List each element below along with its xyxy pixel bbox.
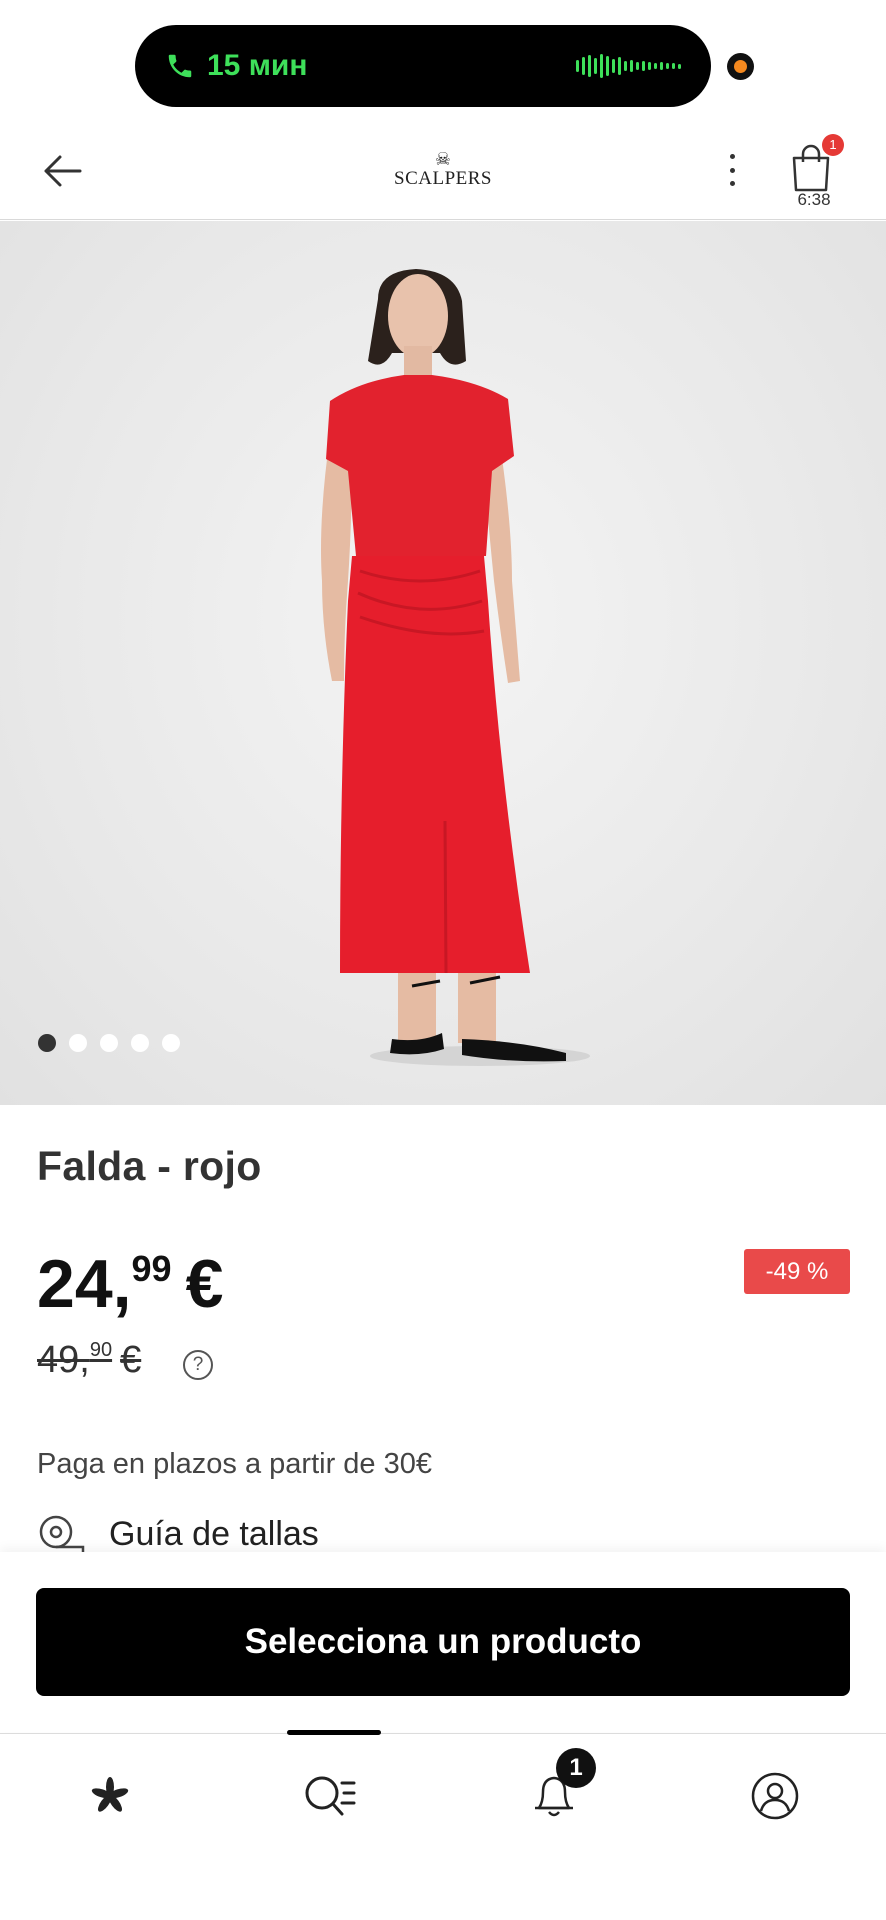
price-integer: 24, — [37, 1246, 132, 1322]
carousel-indicator[interactable] — [38, 1034, 180, 1052]
cart-timer: 6:38 — [797, 190, 831, 209]
carousel-dot[interactable] — [69, 1034, 87, 1052]
cart-count-badge: 1 — [822, 134, 844, 156]
price-cents: 99 — [131, 1248, 172, 1289]
call-duration: 15 мин — [207, 49, 308, 82]
more-options-icon[interactable] — [722, 150, 742, 190]
old-price-cents: 90 — [89, 1339, 113, 1361]
cart-button[interactable]: 1 6:38 — [788, 134, 844, 212]
price-currency: € — [185, 1246, 224, 1322]
back-arrow-icon[interactable] — [40, 148, 86, 194]
installments-info: Paga en plazos a partir de 30€ — [37, 1448, 432, 1480]
top-header: ☠ SCALPERS 1 6:38 — [0, 120, 886, 220]
carousel-dot[interactable] — [100, 1034, 118, 1052]
product-photo — [321, 269, 590, 1066]
carousel-dot-active[interactable] — [38, 1034, 56, 1052]
price-help-icon[interactable]: ? — [183, 1350, 213, 1380]
carousel-dot[interactable] — [162, 1034, 180, 1052]
nav-search[interactable] — [300, 1766, 360, 1826]
cta-bar: Selecciona un producto — [0, 1552, 886, 1732]
select-product-button[interactable]: Selecciona un producto — [36, 1588, 850, 1696]
active-call-pill[interactable]: 15 мин — [135, 25, 711, 107]
nav-profile[interactable] — [745, 1766, 805, 1826]
measuring-tape-icon — [39, 1515, 85, 1553]
product-image-carousel[interactable] — [0, 221, 886, 1105]
old-price-integer: 49, — [37, 1339, 90, 1381]
user-profile-icon — [751, 1772, 799, 1820]
current-price: 24,99 € — [37, 1250, 223, 1318]
carousel-dot[interactable] — [131, 1034, 149, 1052]
old-price-currency: € — [120, 1339, 142, 1381]
active-tab-indicator — [287, 1730, 381, 1735]
recording-indicator-icon — [727, 53, 754, 80]
search-list-icon — [305, 1776, 356, 1816]
size-guide-label: Guía de tallas — [109, 1515, 319, 1553]
brand-logo[interactable]: ☠ SCALPERS — [380, 150, 506, 190]
nav-notifications[interactable]: 1 — [524, 1748, 596, 1826]
notification-count-badge: 1 — [556, 1748, 596, 1788]
flower-logo-icon — [91, 1777, 129, 1812]
brand-name: SCALPERS — [394, 168, 492, 189]
nav-home[interactable] — [80, 1766, 140, 1826]
audio-wave-icon — [576, 53, 681, 79]
discount-badge: -49 % — [744, 1249, 850, 1294]
original-price: 49,90 € — [37, 1340, 141, 1379]
phone-icon — [168, 54, 192, 78]
bottom-navigation: 1 — [0, 1730, 886, 1920]
product-title: Falda - rojo — [37, 1143, 262, 1189]
skull-icon: ☠ — [434, 149, 452, 169]
size-guide-link[interactable]: Guía de tallas — [37, 1515, 319, 1553]
